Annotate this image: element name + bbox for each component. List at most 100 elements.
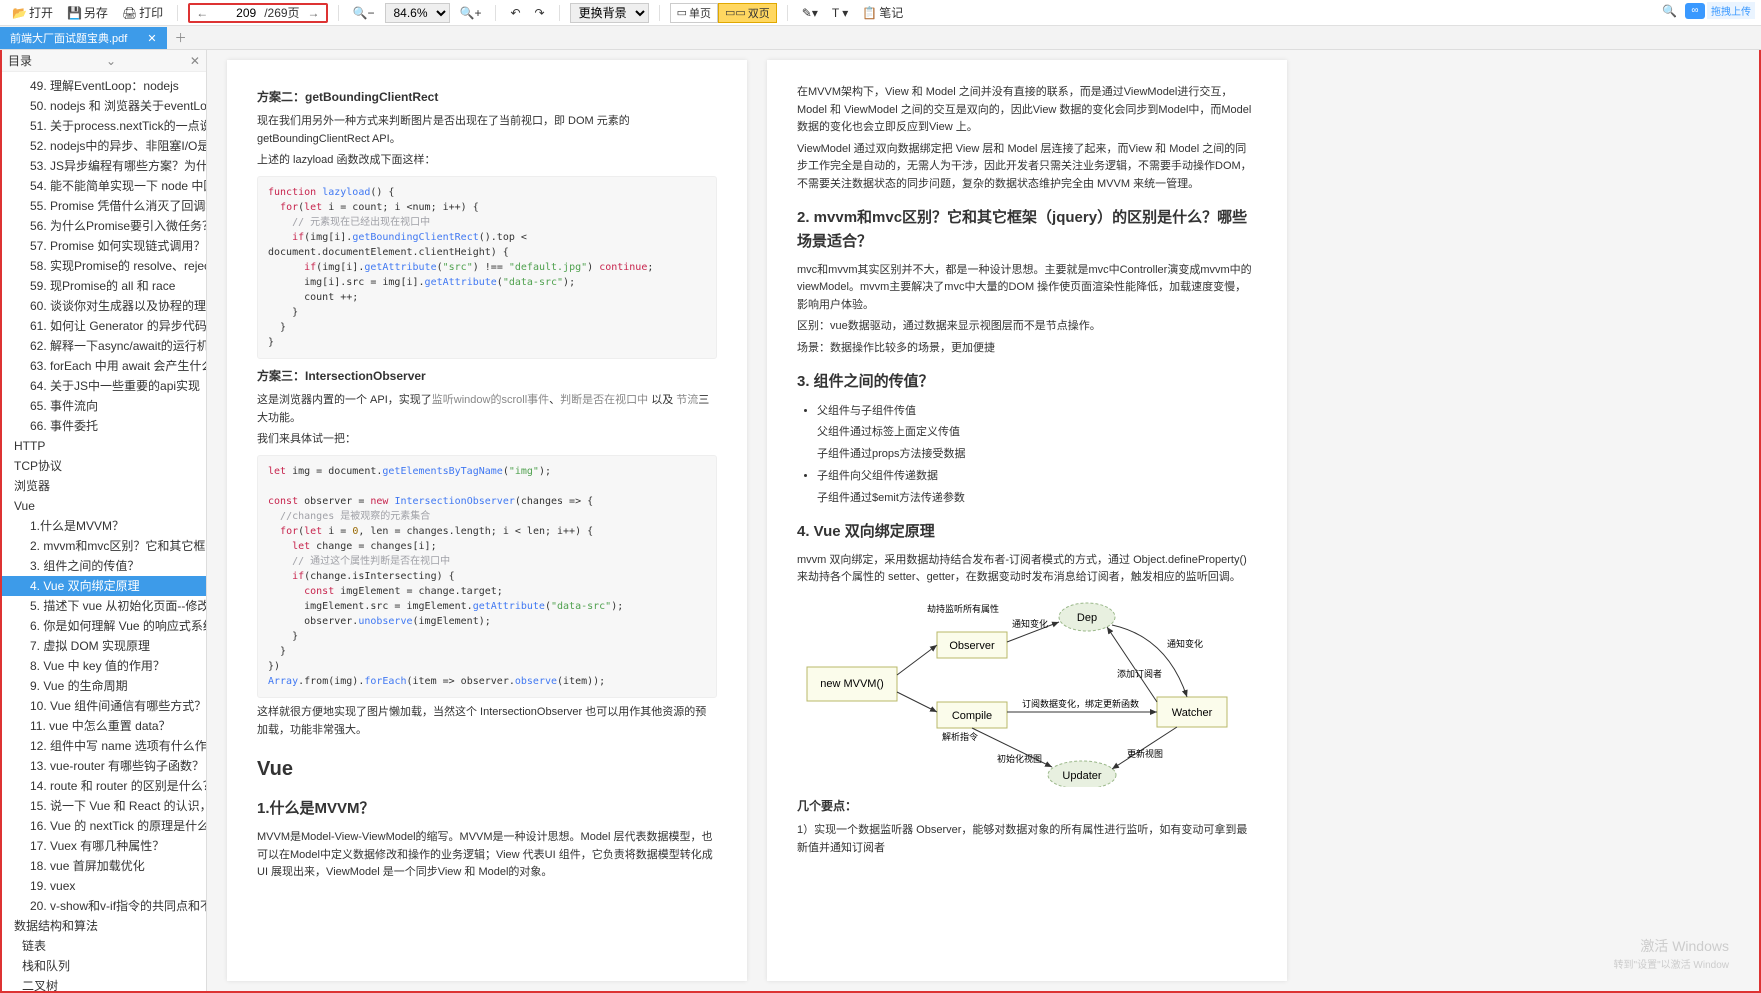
toc-item[interactable]: 1.什么是MVVM？: [2, 516, 206, 536]
toc-item[interactable]: 10. Vue 组件间通信有哪些方式？: [2, 696, 206, 716]
prev-page-icon[interactable]: ←: [196, 6, 208, 20]
search-cloud-icon[interactable]: 🔍: [1662, 4, 1677, 18]
toc-item[interactable]: 14. route 和 router 的区别是什么？: [2, 776, 206, 796]
code-block: let img = document.getElementsByTagName(…: [257, 455, 717, 698]
workspace: 目录 ⌄ ✕ 49. 理解EventLoop：nodejs50. nodejs …: [0, 50, 1761, 993]
toc-item[interactable]: 二叉树: [2, 976, 206, 991]
highlight-icon[interactable]: ✎▾: [798, 4, 822, 22]
toc-item[interactable]: 56. 为什么Promise要引入微任务？: [2, 216, 206, 236]
chevron-icon[interactable]: ⌄: [106, 54, 116, 68]
background-select[interactable]: 更换背景: [570, 3, 649, 23]
toc-item[interactable]: 50. nodejs 和 浏览器关于eventLoop: [2, 96, 206, 116]
toc-item[interactable]: 57. Promise 如何实现链式调用？: [2, 236, 206, 256]
list: 子组件向父组件传递数据: [817, 467, 1257, 486]
toc-item[interactable]: 62. 解释一下async/await的运行机制: [2, 336, 206, 356]
toc-item[interactable]: 13. vue-router 有哪些钩子函数？: [2, 756, 206, 776]
toc-item[interactable]: 20. v-show和v-if指令的共同点和不同: [2, 896, 206, 916]
svg-text:订阅数据变化，绑定更新函数: 订阅数据变化，绑定更新函数: [1022, 698, 1139, 709]
paragraph: mvc和mvvm其实区别并不大，都是一种设计思想。主要就是mvc中Control…: [797, 262, 1257, 315]
paragraph: 场景：数据操作比较多的场景，更加便捷: [797, 340, 1257, 358]
toc-item[interactable]: HTTP: [2, 436, 206, 456]
save-button[interactable]: 💾另存: [63, 2, 112, 23]
paragraph: 在MVVM架构下，View 和 Model 之间并没有直接的联系，而是通过Vie…: [797, 84, 1257, 137]
double-page-button[interactable]: ▭▭双页: [718, 3, 777, 23]
close-icon[interactable]: ✕: [147, 32, 156, 45]
toc-item[interactable]: 63. forEach 中用 await 会产生什么问: [2, 356, 206, 376]
toc-item[interactable]: 61. 如何让 Generator 的异步代码按: [2, 316, 206, 336]
toc-item[interactable]: 链表: [2, 936, 206, 956]
toc-item[interactable]: 浏览器: [2, 476, 206, 496]
toc-item[interactable]: 53. JS异步编程有哪些方案？为什么会: [2, 156, 206, 176]
toc-item[interactable]: 16. Vue 的 nextTick 的原理是什么？: [2, 816, 206, 836]
close-sidebar-icon[interactable]: ✕: [190, 54, 200, 68]
cloud-upload[interactable]: 🔍 ∞ 拖拽上传: [1662, 2, 1755, 19]
heading: 几个要点：: [797, 797, 1257, 816]
toolbar: 📂打开 💾另存 🖨打印 ← /269页 → 🔍− 84.6% 🔍+ ↶ ↷ 更换…: [0, 0, 1761, 26]
add-tab-button[interactable]: ＋: [167, 26, 195, 49]
toc-list[interactable]: 49. 理解EventLoop：nodejs50. nodejs 和 浏览器关于…: [2, 72, 206, 991]
toc-item[interactable]: 54. 能不能简单实现一下 node 中回调: [2, 176, 206, 196]
next-page-icon[interactable]: →: [308, 6, 320, 20]
text-tool-icon[interactable]: T ▾: [828, 4, 852, 22]
mvvm-diagram: new MVVM() Observer Compile Dep Watcher …: [797, 597, 1257, 787]
svg-text:添加订阅者: 添加订阅者: [1117, 669, 1162, 679]
list-item: 父组件与子组件传值: [817, 402, 1257, 421]
svg-text:通知变化: 通知变化: [1167, 638, 1203, 649]
toc-item[interactable]: 60. 谈谈你对生成器以及协程的理解: [2, 296, 206, 316]
code-block: function lazyload() { for(let i = count;…: [257, 176, 717, 359]
toc-item[interactable]: 49. 理解EventLoop：nodejs: [2, 76, 206, 96]
print-button[interactable]: 🖨打印: [118, 2, 167, 23]
toc-item[interactable]: 58. 实现Promise的 resolve、reject: [2, 256, 206, 276]
toc-item[interactable]: 11. vue 中怎么重置 data？: [2, 716, 206, 736]
heading: 方案二：getBoundingClientRect: [257, 88, 717, 107]
toc-item[interactable]: 6. 你是如何理解 Vue 的响应式系统的: [2, 616, 206, 636]
paragraph: 父组件通过标签上面定义传值: [817, 424, 1257, 442]
zoom-select[interactable]: 84.6%: [385, 3, 450, 23]
toc-item[interactable]: 59. 现Promise的 all 和 race: [2, 276, 206, 296]
print-icon: 🖨: [122, 6, 137, 20]
toc-item[interactable]: 3. 组件之间的传值？: [2, 556, 206, 576]
toc-item[interactable]: 64. 关于JS中一些重要的api实现: [2, 376, 206, 396]
redo-icon[interactable]: ↷: [531, 4, 549, 22]
toc-item[interactable]: 17. Vuex 有哪几种属性？: [2, 836, 206, 856]
sidebar-title: 目录: [8, 52, 32, 69]
toc-item[interactable]: 4. Vue 双向绑定原理: [2, 576, 206, 596]
file-tab[interactable]: 前端大厂面试题宝典.pdf ✕: [0, 27, 167, 49]
page-input[interactable]: [216, 6, 256, 20]
paragraph: mvvm 双向绑定，采用数据劫持结合发布者-订阅者模式的方式，通过 Object…: [797, 552, 1257, 587]
toc-item[interactable]: 55. Promise 凭借什么消灭了回调地狱: [2, 196, 206, 216]
svg-text:劫持监听所有属性: 劫持监听所有属性: [927, 603, 999, 614]
paragraph: 区别：vue数据驱动，通过数据来显示视图层而不是节点操作。: [797, 318, 1257, 336]
toc-item[interactable]: TCP协议: [2, 456, 206, 476]
toc-item[interactable]: 52. nodejs中的异步、非阻塞I/O是如: [2, 136, 206, 156]
undo-icon[interactable]: ↶: [506, 4, 524, 22]
page-nav: ← /269页 →: [188, 3, 327, 23]
toc-item[interactable]: 19. vuex: [2, 876, 206, 896]
zoom-out-icon[interactable]: 🔍−: [349, 4, 379, 22]
toc-item[interactable]: 2. mvvm和mvc区别？它和其它框架: [2, 536, 206, 556]
heading: 2. mvvm和mvc区别？它和其它框架（jquery）的区别是什么？哪些场景适…: [797, 206, 1257, 254]
toc-item[interactable]: 9. Vue 的生命周期: [2, 676, 206, 696]
svg-text:Updater: Updater: [1062, 770, 1101, 782]
folder-icon: 📂: [12, 6, 27, 20]
toc-item[interactable]: 12. 组件中写 name 选项有什么作用？: [2, 736, 206, 756]
cloud-icon: ∞: [1685, 3, 1705, 19]
toc-item[interactable]: 数据结构和算法: [2, 916, 206, 936]
note-button[interactable]: 📋笔记: [858, 2, 907, 23]
toc-item[interactable]: 5. 描述下 vue 从初始化页面--修改数: [2, 596, 206, 616]
single-page-button[interactable]: ▭单页: [670, 3, 718, 23]
toc-item[interactable]: 15. 说一下 Vue 和 React 的认识，做: [2, 796, 206, 816]
paragraph: 子组件通过$emit方法传递参数: [817, 490, 1257, 508]
toc-item[interactable]: 51. 关于process.nextTick的一点说明: [2, 116, 206, 136]
zoom-in-icon[interactable]: 🔍+: [456, 4, 486, 22]
toc-item[interactable]: 18. vue 首屏加载优化: [2, 856, 206, 876]
tab-title: 前端大厂面试题宝典.pdf: [10, 30, 127, 46]
open-button[interactable]: 📂打开: [8, 2, 57, 23]
toc-item[interactable]: 7. 虚拟 DOM 实现原理: [2, 636, 206, 656]
svg-text:通知变化: 通知变化: [1012, 618, 1048, 629]
toc-item[interactable]: 66. 事件委托: [2, 416, 206, 436]
toc-item[interactable]: 8. Vue 中 key 值的作用？: [2, 656, 206, 676]
toc-item[interactable]: Vue: [2, 496, 206, 516]
toc-item[interactable]: 65. 事件流向: [2, 396, 206, 416]
toc-item[interactable]: 栈和队列: [2, 956, 206, 976]
